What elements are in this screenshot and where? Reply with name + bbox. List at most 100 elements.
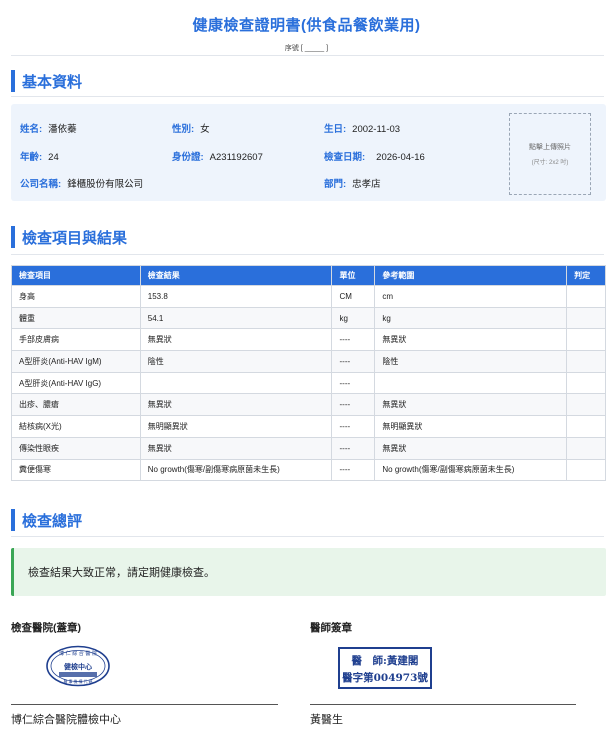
cell-judgement: [566, 415, 606, 438]
cell-reference: cm: [374, 285, 568, 308]
cell-item: 結核病(X光): [11, 415, 141, 438]
info-id: 身份證: A231192607: [172, 149, 263, 163]
cell-unit: ----: [331, 371, 376, 395]
health-certificate: 健康檢查證明書(供食品餐飲業用) 序號 [ _____ ] 基本資料 姓名: 潘依…: [0, 0, 613, 740]
info-name: 姓名: 潘依蓁: [20, 121, 77, 135]
section-accent-bar: [11, 226, 15, 248]
cell-judgement: [566, 393, 606, 417]
cell-reference: 無異狀: [374, 328, 568, 352]
cell-result: [139, 371, 333, 395]
department-label: 部門:: [324, 179, 347, 190]
cell-reference: 無異狀: [374, 436, 568, 460]
svg-text:醫 事 機 構 代 碼: 醫 事 機 構 代 碼: [64, 679, 93, 684]
hospital-name: 博仁綜合醫院體檢中心: [11, 714, 121, 726]
table-row: 結核病(X光) 無明顯異狀 ---- 無明顯異狀: [11, 415, 606, 438]
section-accent-bar: [11, 70, 15, 92]
table-row: 身高 153.8 CM cm: [11, 285, 606, 308]
cell-unit: CM: [331, 285, 376, 308]
cell-unit: kg: [331, 306, 376, 330]
divider: [11, 254, 604, 255]
cell-judgement: [566, 436, 606, 460]
cell-result: 無異狀: [139, 436, 333, 460]
name-label: 姓名:: [20, 124, 43, 135]
age-label: 年齡:: [20, 152, 43, 163]
info-department: 部門: 忠孝店: [324, 176, 381, 190]
photo-upload-box[interactable]: 點擊上傳照片 (尺寸: 2x2 吋): [509, 113, 591, 195]
table-row: 糞便傷寒 No growth(傷寒/副傷寒病原菌未生長) ---- No growth…: [11, 458, 606, 482]
company-label: 公司名稱:: [20, 179, 62, 190]
cell-unit: ----: [331, 393, 376, 417]
table-row: A型肝炎(Anti-HAV IgG) ----: [11, 371, 606, 395]
cell-item: 體重: [11, 306, 141, 330]
cell-result: 無異狀: [139, 328, 333, 352]
header-item: 檢查項目: [11, 265, 141, 286]
section-basic-title: 基本資料: [22, 73, 83, 91]
divider: [11, 55, 604, 56]
cell-judgement: [566, 328, 606, 352]
cell-unit: ----: [331, 415, 376, 438]
hospital-stamp-text: 健檢中心: [64, 662, 92, 671]
gender-value: 女: [200, 124, 210, 135]
header-reference: 參考範圍: [374, 265, 568, 286]
hospital-signature-line: [11, 704, 278, 705]
photo-size-hint: (尺寸: 2x2 吋): [531, 160, 569, 166]
cell-judgement: [566, 350, 606, 373]
results-table: 檢查項目 檢查結果 單位 參考範圍 判定 身高 153.8 CM cm 體重 54.1 kg…: [11, 265, 606, 482]
hospital-stamp-title: 檢查醫院(蓋章): [11, 622, 81, 634]
svg-text:博 仁 綜 合 醫 院: 博 仁 綜 合 醫 院: [59, 650, 97, 657]
summary-box: 檢查結果大致正常，請定期健康檢查。: [11, 548, 606, 596]
divider: [11, 96, 604, 97]
cell-result: 54.1: [139, 306, 333, 330]
cell-item: 身高: [11, 285, 141, 308]
header-unit: 單位: [331, 265, 376, 286]
cell-judgement: [566, 458, 606, 482]
cell-item: 手部皮膚病: [11, 328, 141, 352]
section-basic-header: 基本資料: [11, 70, 82, 92]
cell-result: 無異狀: [139, 393, 333, 417]
table-body: 身高 153.8 CM cm 體重 54.1 kg kg 手部皮膚病 無異狀 ---- 無異狀 A型肝炎…: [11, 285, 606, 482]
table-row: 體重 54.1 kg kg: [11, 306, 606, 330]
id-value: A231192607: [209, 152, 263, 163]
info-age: 年齡: 24: [20, 149, 59, 163]
gender-label: 性別:: [172, 124, 195, 135]
hospital-stamp-seal: 博 仁 綜 合 醫 院 健檢中心 醫 事 機 構 代 碼: [46, 645, 110, 687]
age-value: 24: [48, 152, 59, 163]
cell-unit: ----: [331, 436, 376, 460]
info-birth: 生日: 2002-11-03: [324, 121, 400, 135]
cell-reference: 無明顯異狀: [374, 415, 568, 438]
table-row: 手部皮膚病 無異狀 ---- 無異狀: [11, 328, 606, 352]
photo-upload-label: 點擊上傳照片: [529, 144, 571, 151]
cell-reference: kg: [374, 306, 568, 330]
info-exam-date: 檢查日期: 2026-04-16: [324, 149, 425, 163]
doctor-name: 黃醫生: [310, 714, 343, 726]
birth-label: 生日:: [324, 124, 347, 135]
summary-text: 檢查結果大致正常，請定期健康檢查。: [28, 567, 215, 579]
header-judgement: 判定: [566, 265, 606, 286]
info-company: 公司名稱: 鋒櫃股份有限公司: [20, 176, 143, 190]
department-value: 忠孝店: [352, 179, 381, 190]
cell-result: 153.8: [139, 285, 333, 308]
cell-item: A型肝炎(Anti-HAV IgG): [11, 371, 141, 395]
document-title: 健康檢查證明書(供食品餐飲業用): [192, 17, 421, 34]
cell-judgement: [566, 306, 606, 330]
section-items-title: 檢查項目與結果: [22, 229, 128, 247]
cell-result: 陰性: [139, 350, 333, 373]
section-accent-bar: [11, 509, 15, 531]
section-summary-header: 檢查總評: [11, 509, 82, 531]
cell-reference: 無異狀: [374, 393, 568, 417]
cell-judgement: [566, 371, 606, 395]
name-value: 潘依蓁: [48, 124, 77, 135]
doctor-stamp-line2: 醫字第004973號: [342, 671, 428, 684]
table-row: A型肝炎(Anti-HAV IgM) 陰性 ---- 陰性: [11, 350, 606, 373]
cell-reference: No growth(傷寒/副傷寒病原菌未生長): [374, 458, 568, 482]
table-header-row: 檢查項目 檢查結果 單位 參考範圍 判定: [11, 265, 606, 286]
cell-item: 出疹、膿瘡: [11, 393, 141, 417]
cell-item: A型肝炎(Anti-HAV IgM): [11, 350, 141, 373]
doctor-signature-line: [310, 704, 576, 705]
doctor-signature-title: 醫師簽章: [310, 622, 352, 634]
divider: [11, 536, 604, 537]
cell-judgement: [566, 285, 606, 308]
table-row: 傳染性眼疾 無異狀 ---- 無異狀: [11, 436, 606, 460]
section-items-header: 檢查項目與結果: [11, 226, 127, 248]
exam-date-value: 2026-04-16: [376, 152, 425, 163]
